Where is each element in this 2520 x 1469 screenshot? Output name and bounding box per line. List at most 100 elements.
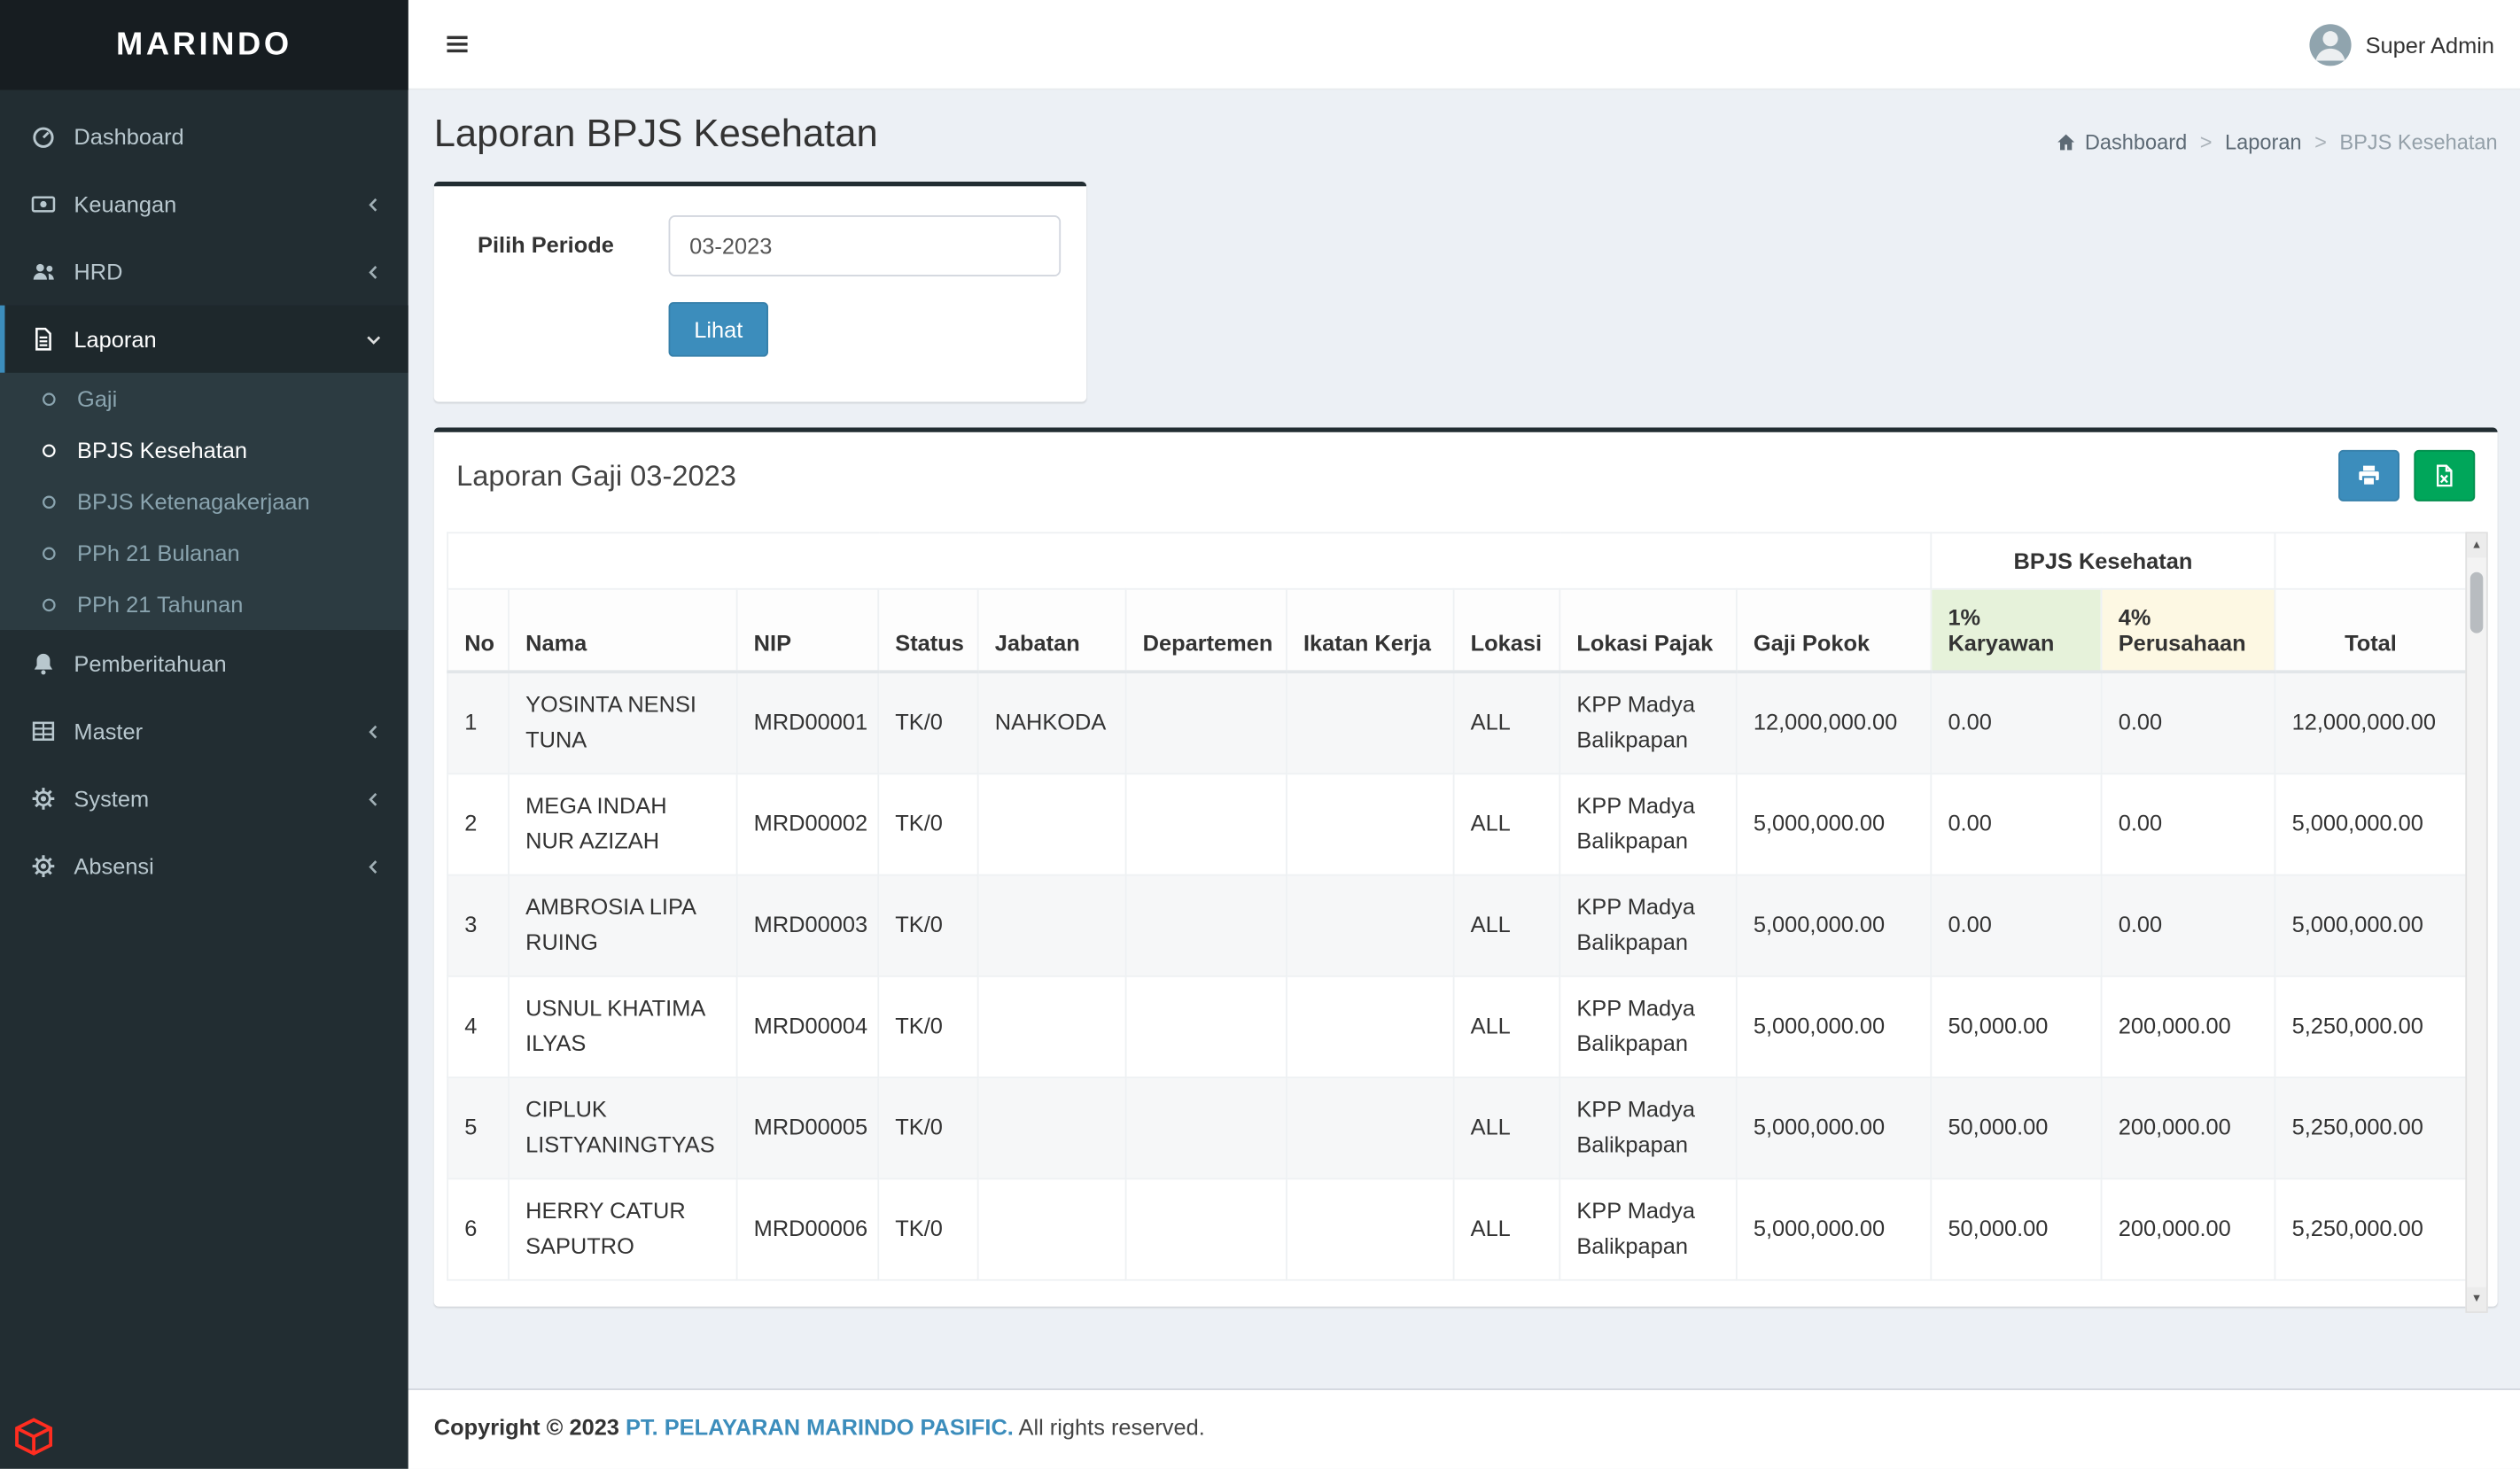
cell-departemen: [1124, 975, 1287, 1078]
sidebar-item-pph21-bulanan[interactable]: PPh 21 Bulanan: [0, 527, 408, 579]
col-header-total: Total: [2274, 587, 2468, 673]
sidebar-item-keuangan[interactable]: Keuangan: [0, 170, 408, 237]
group-header-spacer: [2274, 532, 2468, 590]
scrollbar-thumb[interactable]: [2469, 571, 2484, 633]
page-title: Laporan BPJS Kesehatan: [433, 112, 878, 156]
topbar: Super Admin: [408, 0, 2520, 90]
breadcrumb-laporan[interactable]: Laporan: [2225, 130, 2302, 154]
cell-departemen: [1124, 1177, 1287, 1280]
table-scrollbar[interactable]: ▲ ▼: [2465, 532, 2488, 1313]
cell-4pct-perusahaan: 200,000.00: [2100, 975, 2276, 1078]
cell-nama: AMBROSIA LIPA RUING: [508, 873, 738, 976]
cell-ikatan-kerja: [1286, 873, 1455, 976]
bell-icon: [29, 651, 58, 677]
circle-o-icon: [39, 542, 61, 564]
col-header-4pct-perusahaan: 4% Perusahaan: [2100, 587, 2276, 673]
cell-departemen: [1124, 873, 1287, 976]
sidebar-item-label: Absensi: [74, 853, 154, 880]
col-header-ikatan-kerja: Ikatan Kerja: [1286, 587, 1455, 673]
cell-total: 5,000,000.00: [2274, 873, 2468, 976]
sidebar-item-laporan[interactable]: Laporan: [0, 305, 408, 373]
cell-lokasi-pajak: KPP Madya Balikpapan: [1559, 873, 1738, 976]
cell-4pct-perusahaan: 200,000.00: [2100, 1076, 2276, 1179]
chevron-left-icon: [363, 720, 385, 742]
period-input[interactable]: [668, 215, 1062, 276]
breadcrumb-current: BPJS Kesehatan: [2339, 129, 2498, 155]
chevron-left-icon: [363, 789, 385, 810]
sidebar-toggle-button[interactable]: [408, 0, 507, 89]
scroll-up-arrow[interactable]: ▲: [2467, 533, 2486, 558]
report-table: BPJS Kesehatan No Nama NIP Status Jabata…: [447, 532, 2468, 1280]
laravel-logo: [12, 1414, 57, 1459]
cell-lokasi-pajak: KPP Madya Balikpapan: [1559, 671, 1738, 774]
sidebar-item-master[interactable]: Master: [0, 697, 408, 765]
cell-4pct-perusahaan: 0.00: [2100, 873, 2276, 976]
sidebar-item-gaji[interactable]: Gaji: [0, 373, 408, 424]
cell-nama: YOSINTA NENSI TUNA: [508, 671, 738, 774]
export-excel-button[interactable]: [2414, 449, 2476, 501]
breadcrumb-dashboard[interactable]: Dashboard: [2056, 130, 2187, 154]
file-excel-icon: [2431, 462, 2457, 488]
cell-status: TK/0: [877, 1177, 979, 1280]
cell-lokasi-pajak: KPP Madya Balikpapan: [1559, 975, 1738, 1078]
sidebar-item-hrd[interactable]: HRD: [0, 237, 408, 305]
cell-1pct-karyawan: 50,000.00: [1930, 1076, 2103, 1179]
cell-total: 12,000,000.00: [2274, 671, 2468, 774]
brand-logo[interactable]: MARINDO: [0, 0, 408, 90]
table-row: 1 YOSINTA NENSI TUNA MRD00001 TK/0 NAHKO…: [447, 671, 2468, 774]
cell-departemen: [1124, 671, 1287, 774]
cell-no: 1: [447, 671, 509, 774]
company-link[interactable]: PT. PELAYARAN MARINDO PASIFIC.: [626, 1414, 1014, 1440]
cell-total: 5,250,000.00: [2274, 1177, 2468, 1280]
col-header-1pct-karyawan: 1% Karyawan: [1930, 587, 2103, 673]
col-header-lokasi-pajak: Lokasi Pajak: [1559, 587, 1738, 673]
scroll-down-arrow[interactable]: ▼: [2467, 1286, 2486, 1312]
cell-jabatan: [976, 1177, 1127, 1280]
cell-nip: MRD00003: [735, 873, 880, 976]
sidebar-item-pemberitahuan[interactable]: Pemberitahuan: [0, 630, 408, 697]
table-row: 3 AMBROSIA LIPA RUING MRD00003 TK/0 ALL …: [447, 873, 2468, 976]
col-header-nama: Nama: [508, 587, 738, 673]
sidebar-item-label: HRD: [74, 259, 123, 285]
sidebar-item-system[interactable]: System: [0, 765, 408, 832]
cell-gaji-pokok: 5,000,000.00: [1735, 975, 1933, 1078]
cell-nip: MRD00004: [735, 975, 880, 1078]
cell-gaji-pokok: 12,000,000.00: [1735, 671, 1933, 774]
submenu-item-label: PPh 21 Tahunan: [77, 591, 244, 618]
gear-icon: [29, 853, 58, 879]
cell-nip: MRD00006: [735, 1177, 880, 1280]
cell-1pct-karyawan: 0.00: [1930, 873, 2103, 976]
cell-departemen: [1124, 1076, 1287, 1179]
sidebar-item-pph21-tahunan[interactable]: PPh 21 Tahunan: [0, 579, 408, 630]
sidebar-item-absensi[interactable]: Absensi: [0, 833, 408, 900]
cell-1pct-karyawan: 50,000.00: [1930, 975, 2103, 1078]
print-button[interactable]: [2338, 449, 2400, 501]
tachometer-icon: [29, 124, 58, 150]
copyright-text: Copyright © 2023: [433, 1414, 619, 1441]
cell-status: TK/0: [877, 873, 979, 976]
submenu-item-label: PPh 21 Bulanan: [77, 540, 240, 566]
sidebar-item-label: Keuangan: [74, 190, 177, 217]
cell-jabatan: [976, 772, 1127, 875]
lihat-button[interactable]: Lihat: [668, 301, 768, 357]
period-label: Pilih Periode: [478, 231, 614, 258]
cell-departemen: [1124, 772, 1287, 875]
user-name: Super Admin: [2365, 31, 2495, 58]
cell-no: 5: [447, 1076, 509, 1179]
sidebar-item-dashboard[interactable]: Dashboard: [0, 103, 408, 170]
cell-gaji-pokok: 5,000,000.00: [1735, 1177, 1933, 1280]
sidebar-item-bpjs-kesehatan[interactable]: BPJS Kesehatan: [0, 424, 408, 476]
breadcrumb: Dashboard > Laporan > BPJS Kesehatan: [2056, 129, 2498, 158]
file-text-icon: [29, 326, 58, 352]
cell-gaji-pokok: 5,000,000.00: [1735, 1076, 1933, 1179]
breadcrumb-separator: >: [2199, 129, 2213, 155]
cell-total: 5,250,000.00: [2274, 1076, 2468, 1179]
footer: Copyright © 2023 PT. PELAYARAN MARINDO P…: [408, 1388, 2520, 1469]
cell-total: 5,000,000.00: [2274, 772, 2468, 875]
cell-jabatan: [976, 873, 1127, 976]
sidebar-item-bpjs-ketenagakerjaan[interactable]: BPJS Ketenagakerjaan: [0, 476, 408, 527]
app-root: MARINDO Dashboard Keuangan HRD Laporan G…: [0, 0, 2520, 1469]
cell-jabatan: [976, 975, 1127, 1078]
user-menu[interactable]: Super Admin: [2309, 23, 2520, 66]
chevron-left-icon: [363, 261, 385, 283]
